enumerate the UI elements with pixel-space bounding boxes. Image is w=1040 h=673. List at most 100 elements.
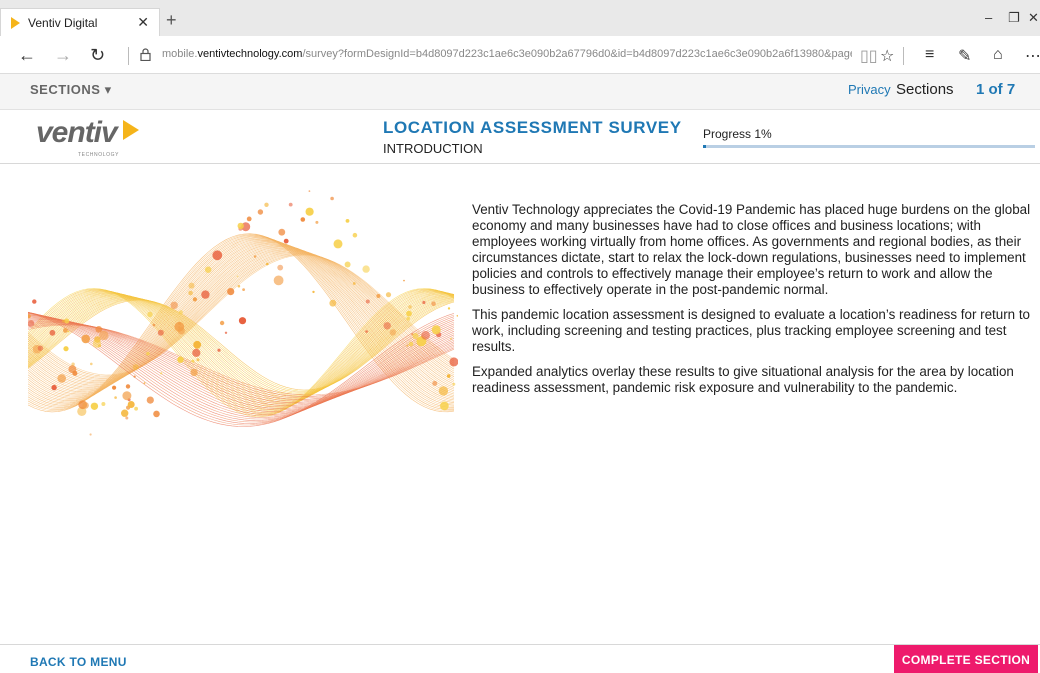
dot [188, 290, 193, 296]
page-count: 1 of 7 [976, 81, 1016, 98]
minimize-icon[interactable]: – [985, 10, 992, 25]
back-to-menu-link[interactable]: BACK TO MENU [30, 655, 127, 669]
dot [365, 299, 370, 304]
web-note-icon[interactable]: ✎ [958, 46, 971, 66]
dot [238, 317, 247, 325]
browser-tab-bar: Ventiv Digital ✕ + – ❐ ✕ [0, 0, 1040, 36]
dot [125, 384, 131, 389]
logo-triangle-icon [122, 120, 139, 140]
dot [264, 202, 269, 207]
favorite-star-icon[interactable]: ☆ [880, 46, 894, 66]
dot [389, 329, 396, 336]
new-tab-icon[interactable]: + [166, 10, 177, 31]
dot [305, 207, 314, 216]
dot [333, 239, 343, 249]
dot [432, 380, 438, 386]
dot [89, 433, 92, 436]
restore-icon[interactable]: ❐ [1008, 10, 1020, 26]
url-input[interactable]: mobile.ventivtechnology.com/survey?formD… [162, 48, 852, 60]
dot [190, 368, 198, 377]
complete-section-button[interactable]: COMPLETE SECTION [894, 645, 1038, 673]
intro-paragraph: Expanded analytics overlay these results… [472, 364, 1014, 395]
dot [63, 346, 69, 352]
survey-title: LOCATION ASSESSMENT SURVEY [383, 118, 682, 137]
toolbar-divider [903, 47, 904, 65]
dot [177, 327, 185, 335]
dot [28, 320, 35, 327]
dot [383, 322, 391, 330]
url-prefix: mobile. [162, 48, 198, 60]
dot [217, 348, 221, 352]
sections-link[interactable]: Sections [896, 81, 954, 98]
close-window-icon[interactable]: ✕ [1028, 10, 1039, 26]
dot [385, 292, 392, 298]
dot [49, 329, 56, 336]
dot [68, 365, 77, 374]
intro-text: Ventiv Technology appreciates the Covid-… [472, 202, 1036, 405]
survey-header: ventiv TECHNOLOGY LOCATION ASSESSMENT SU… [0, 110, 1040, 164]
dot [90, 362, 93, 366]
dot [170, 301, 178, 309]
ventiv-logo: ventiv TECHNOLOGY [36, 116, 139, 158]
dot [51, 384, 57, 391]
dot [431, 325, 441, 335]
dot [112, 385, 117, 390]
lock-icon[interactable] [140, 48, 151, 61]
dot [237, 284, 241, 288]
back-arrow-icon[interactable]: ← [18, 45, 36, 66]
dot [67, 330, 70, 333]
logo-tagline: TECHNOLOGY [78, 152, 120, 158]
dot [237, 222, 244, 230]
dot [192, 348, 201, 357]
url-host: ventivtechnology.com [197, 48, 303, 60]
sections-dropdown[interactable]: SECTIONS ▾ [30, 82, 112, 98]
tab-title: Ventiv Digital [28, 15, 98, 30]
dot [57, 374, 66, 383]
dot [283, 238, 289, 244]
dot [157, 329, 164, 336]
dot [160, 372, 163, 375]
dot [312, 290, 315, 294]
dot [253, 255, 257, 258]
dot [132, 364, 139, 370]
dot [352, 282, 356, 285]
dot [344, 261, 351, 268]
dot [329, 299, 337, 307]
share-icon[interactable]: ⌂ [993, 46, 1003, 64]
dot [127, 401, 135, 408]
url-path: /survey?formDesignId=b4d8097d223c1ae6c3e… [302, 48, 852, 60]
reading-view-icon[interactable]: ▯▯ [860, 46, 878, 66]
dot [438, 386, 449, 396]
dot [456, 314, 458, 317]
dot [266, 262, 269, 266]
more-icon[interactable]: ⋯ [1025, 46, 1040, 66]
dot [121, 409, 129, 417]
dot [362, 265, 370, 273]
dot [114, 396, 117, 399]
dot [37, 345, 44, 351]
dot [122, 391, 132, 401]
dot [300, 217, 306, 222]
dot [82, 402, 89, 409]
dot [345, 219, 350, 223]
intro-paragraph: Ventiv Technology appreciates the Covid-… [472, 202, 1031, 297]
dot [133, 375, 136, 378]
dot [242, 288, 246, 291]
dot [446, 374, 451, 378]
browser-tab[interactable]: Ventiv Digital ✕ [0, 8, 160, 36]
dot [224, 331, 228, 334]
dot [32, 299, 37, 304]
dot [449, 357, 458, 367]
dot [201, 290, 210, 299]
refresh-icon[interactable]: ↻ [90, 45, 105, 66]
dot [330, 196, 334, 201]
close-tab-icon[interactable]: ✕ [137, 14, 149, 31]
dot [412, 333, 419, 339]
dot [406, 316, 411, 321]
forward-arrow-icon[interactable]: → [54, 45, 72, 66]
hub-icon[interactable]: ≡ [925, 46, 934, 64]
dot [277, 264, 284, 271]
dot [152, 323, 156, 327]
dot [447, 307, 451, 310]
privacy-link[interactable]: Privacy [848, 82, 891, 97]
